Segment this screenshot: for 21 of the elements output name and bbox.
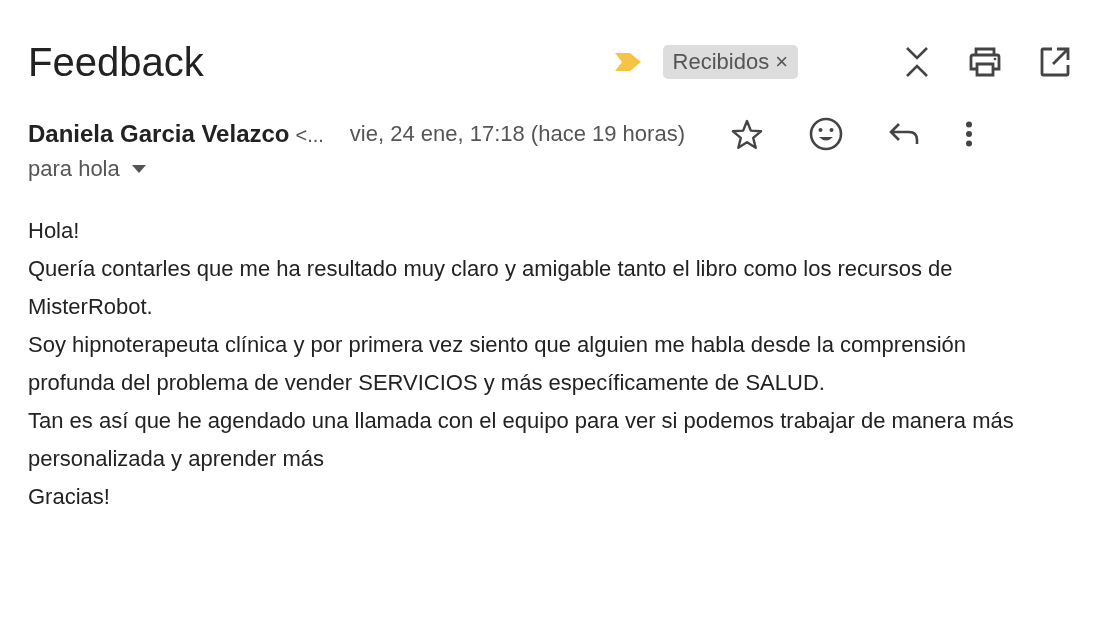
reply-icon[interactable] [888, 122, 919, 146]
smiley-icon[interactable] [808, 117, 843, 151]
message-date: vie, 24 ene, 17:18 (hace 19 horas) [349, 121, 685, 147]
open-in-new-window-icon[interactable] [1040, 47, 1070, 77]
email-subject: Feedback [28, 39, 205, 85]
message-paragraph: Hola! [28, 217, 81, 245]
collapse-all-icon[interactable] [904, 45, 930, 79]
remove-label-button[interactable]: × [775, 49, 788, 75]
message-paragraph: Quería contarles que me ha resultado muy claro y amigable tanto el libro como los recursos de MisterRobot. [28, 255, 954, 321]
importance-marker-icon[interactable] [614, 53, 641, 71]
message-paragraph: Gracias! [28, 483, 111, 511]
print-icon[interactable] [968, 47, 1002, 77]
label-name: Recibidos [672, 49, 770, 75]
star-icon[interactable] [730, 119, 763, 149]
message-paragraph: Tan es así que he agendado una llamada con el equipo para ver si podemos trabajar de manera más personalizada y aprender más [28, 407, 1015, 473]
sender-email: <... [295, 124, 324, 146]
dropdown-caret-icon[interactable] [131, 165, 146, 173]
sender-name: Daniela Garcia Velazco [28, 120, 290, 147]
recipient-text: para hola [28, 156, 120, 182]
message-paragraph: Soy hipnoterapeuta clínica y por primera vez siento que alguien me habla desde la comprensión profunda del problema de vender SERVICIOS y más específicamente de SALUD. [28, 331, 967, 397]
more-options-icon[interactable] [964, 121, 973, 147]
